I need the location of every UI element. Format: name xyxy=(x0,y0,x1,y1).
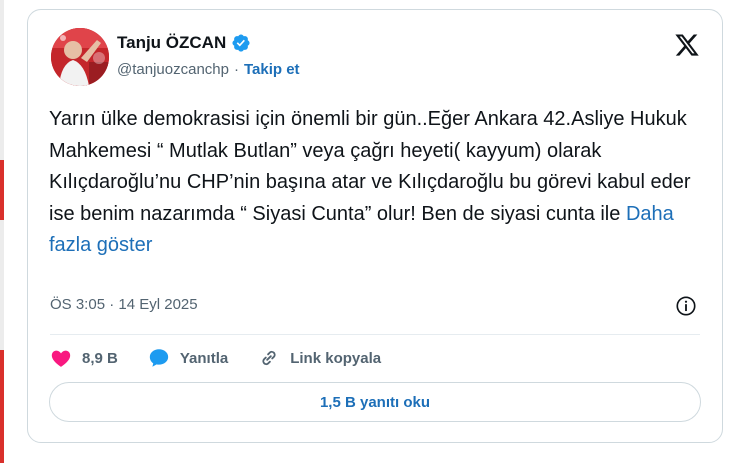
author-handle[interactable]: @tanjuozcanchp xyxy=(117,61,229,78)
action-bar: 8,9 B Yanıtla Link kopyala xyxy=(50,345,411,371)
speech-bubble-icon xyxy=(149,349,169,367)
handle-separator: · xyxy=(233,61,239,78)
info-icon[interactable] xyxy=(675,295,697,317)
like-count: 8,9 B xyxy=(82,349,118,367)
verified-badge-icon xyxy=(232,34,250,52)
heart-icon xyxy=(51,350,71,367)
tweet-timestamp[interactable]: ÖS 3:05 · 14 Eyl 2025 xyxy=(50,296,198,313)
copy-link-button[interactable]: Link kopyala xyxy=(258,347,381,369)
tweet-body: Yarın ülke demokrasisi için önemli bir g… xyxy=(49,108,691,225)
tweet-card: Tanju ÖZCAN @tanjuozcanchp · Takip et Ya… xyxy=(27,9,723,443)
page-edge-accent xyxy=(0,160,4,220)
link-icon xyxy=(262,350,276,366)
tweet-text: Yarın ülke demokrasisi için önemli bir g… xyxy=(49,104,699,262)
reply-label: Yanıtla xyxy=(179,349,229,367)
avatar[interactable] xyxy=(51,28,109,86)
copy-link-label: Link kopyala xyxy=(290,349,382,367)
reply-button[interactable]: Yanıtla xyxy=(148,347,228,369)
x-logo-icon[interactable] xyxy=(674,32,700,58)
follow-button[interactable]: Takip et xyxy=(244,61,300,78)
author-name[interactable]: Tanju ÖZCAN xyxy=(117,33,226,53)
read-replies-button[interactable]: 1,5 B yanıtı oku xyxy=(49,382,701,422)
page-edge-accent-lower xyxy=(0,350,4,463)
author-block: Tanju ÖZCAN @tanjuozcanchp · Takip et xyxy=(117,31,300,78)
like-button[interactable]: 8,9 B xyxy=(50,347,118,369)
divider xyxy=(50,334,700,335)
